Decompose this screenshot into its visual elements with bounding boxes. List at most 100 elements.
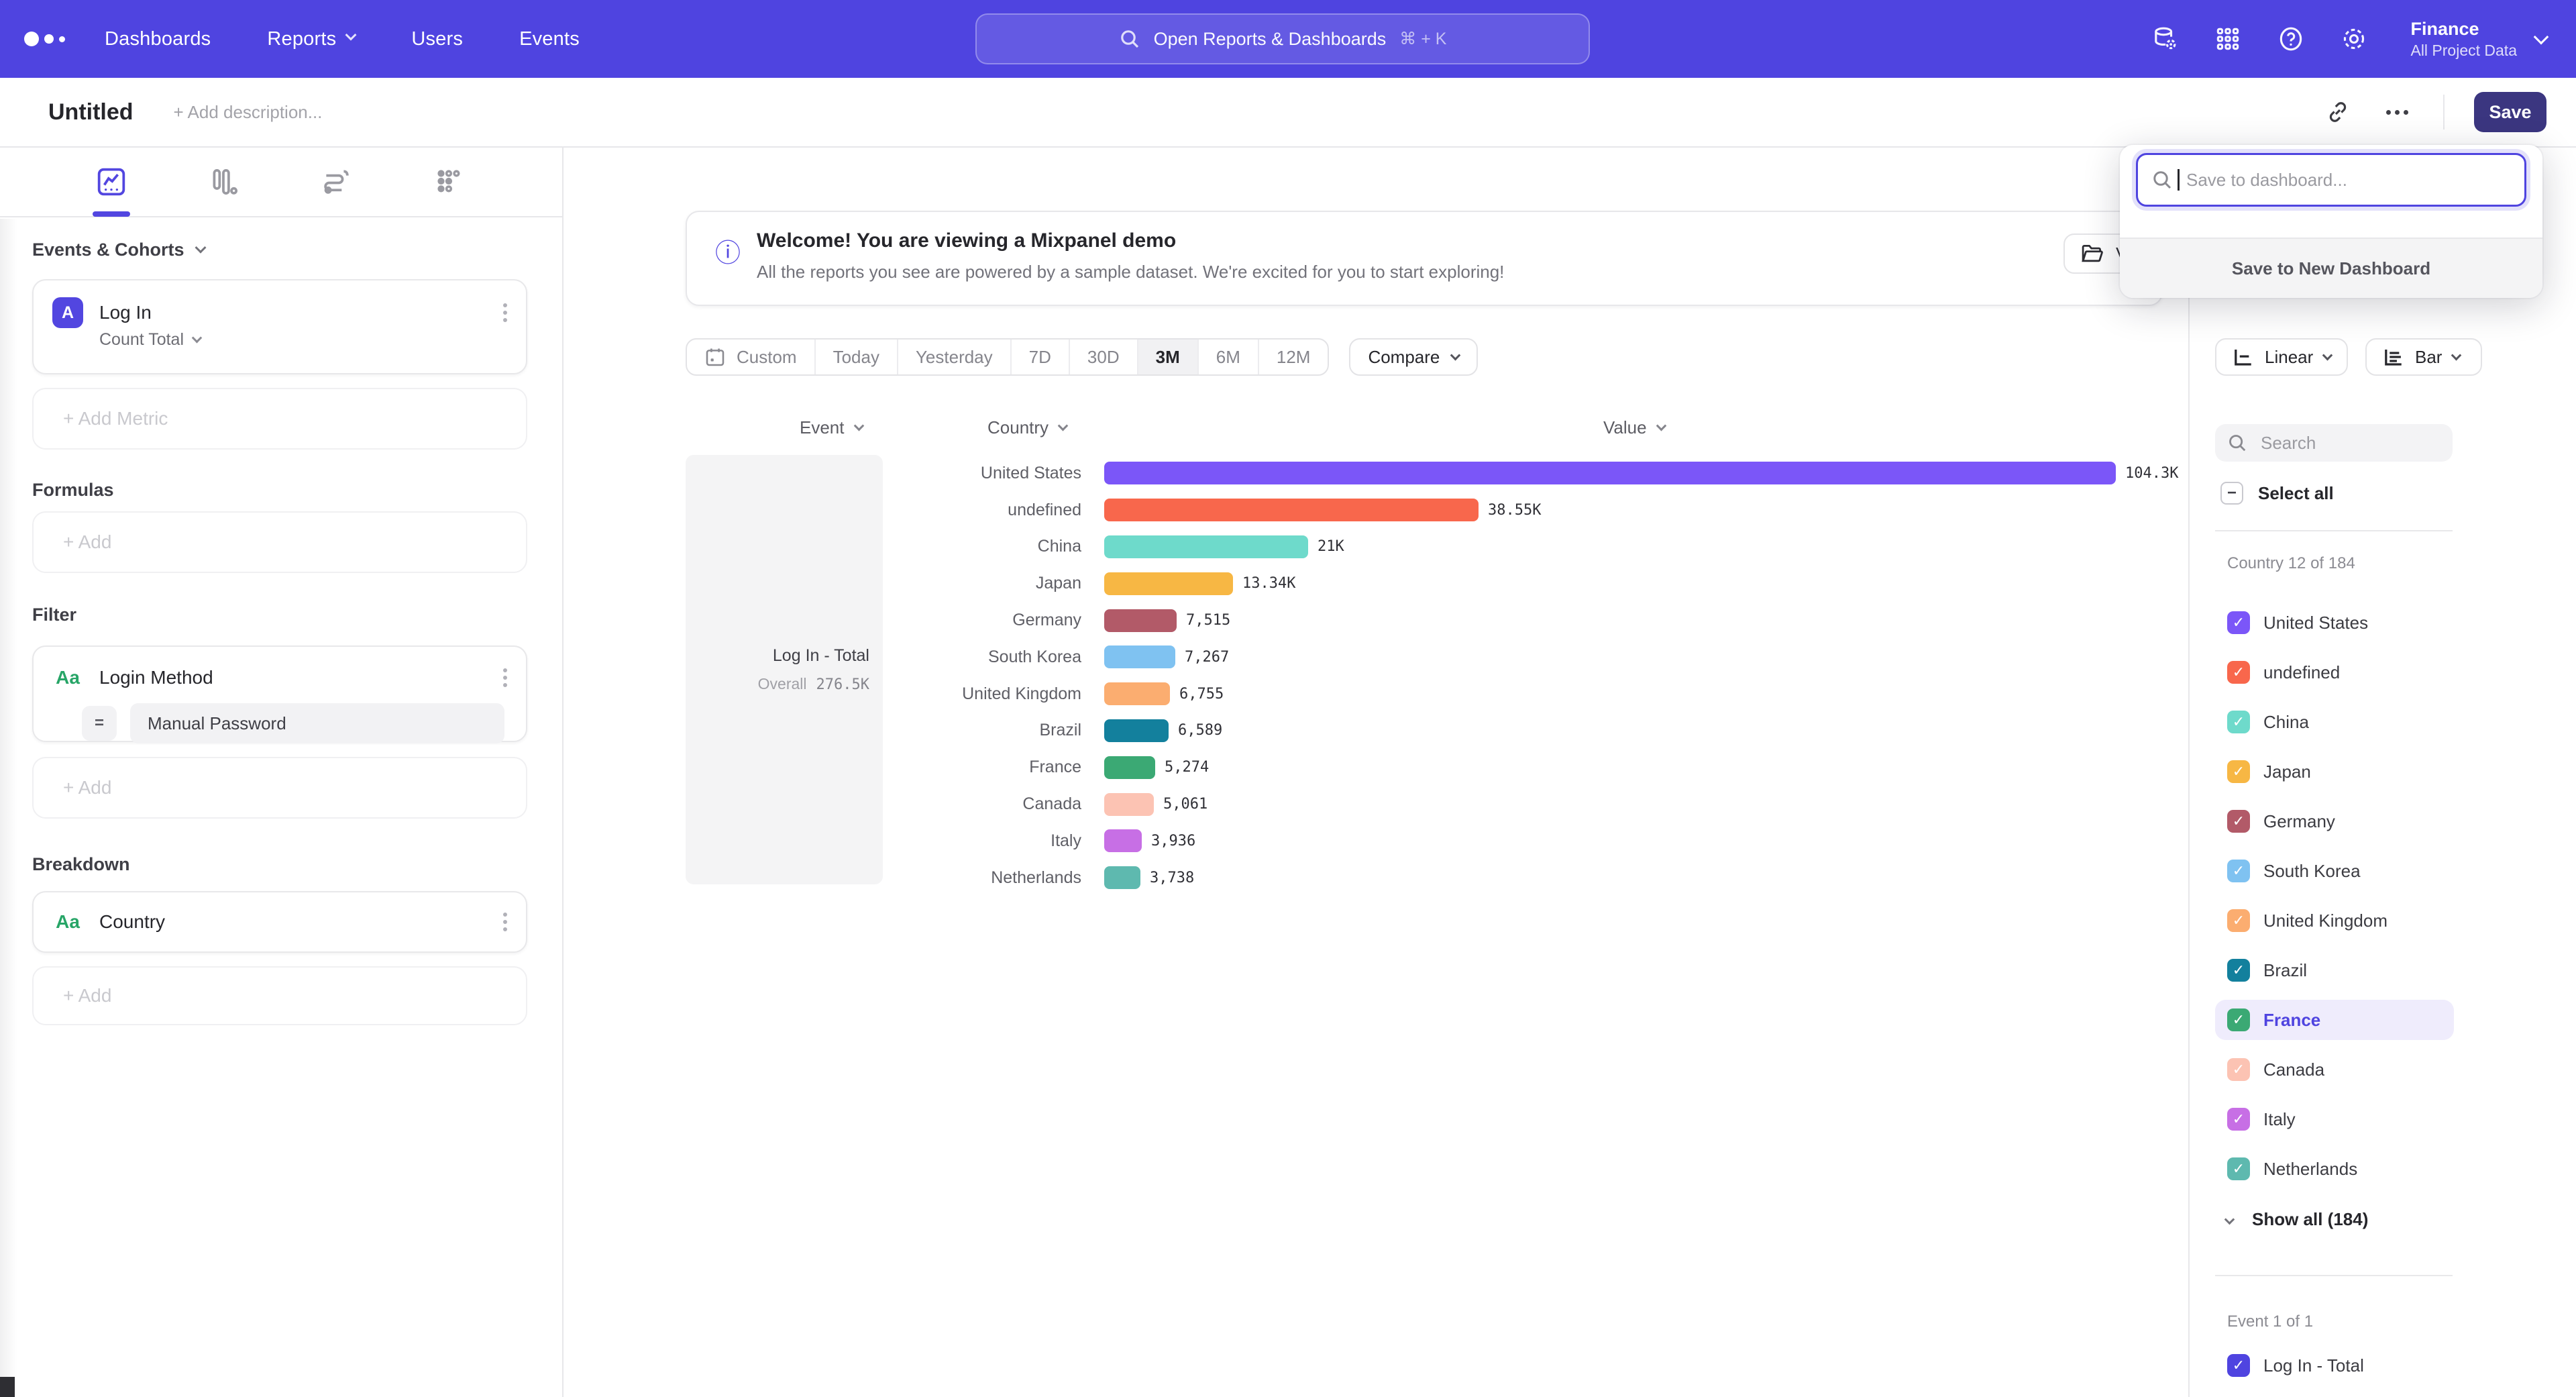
data-management-icon[interactable] — [2150, 24, 2180, 54]
tab-flows[interactable] — [318, 154, 356, 210]
copy-link-icon[interactable] — [2316, 91, 2359, 134]
events-cohorts-heading[interactable]: Events & Cohorts — [32, 236, 527, 263]
bar[interactable] — [1104, 682, 1170, 705]
report-title[interactable]: Untitled — [48, 99, 133, 125]
segment-row-united-states[interactable]: ✓United States — [2215, 603, 2454, 643]
segment-row-south-korea[interactable]: ✓South Korea — [2215, 851, 2454, 891]
segment-row-italy[interactable]: ✓Italy — [2215, 1099, 2454, 1139]
metric-name[interactable]: Log In — [99, 302, 498, 323]
column-header-event[interactable]: Event — [800, 417, 863, 438]
nav-item-dashboards[interactable]: Dashboards — [105, 28, 211, 50]
metric-kebab-icon[interactable] — [498, 295, 513, 330]
column-header-country[interactable]: Country — [987, 417, 1067, 438]
segment-checkbox[interactable]: ✓ — [2227, 1008, 2250, 1031]
filter-operator[interactable]: = — [82, 706, 117, 741]
dashboard-search-field[interactable] — [2136, 153, 2526, 207]
breakdown-property-name[interactable]: Country — [99, 911, 498, 933]
bar[interactable] — [1104, 829, 1142, 852]
help-icon[interactable] — [2276, 24, 2306, 54]
nav-item-users[interactable]: Users — [411, 28, 463, 50]
segment-row-germany[interactable]: ✓Germany — [2215, 801, 2454, 841]
nav-item-reports[interactable]: Reports — [267, 28, 355, 50]
mixpanel-logo[interactable] — [24, 32, 70, 46]
value-scale-dropdown[interactable]: Linear — [2215, 338, 2348, 376]
show-all-button[interactable]: Show all (184) — [2226, 1209, 2368, 1230]
project-switcher[interactable]: Finance All Project Data — [2410, 18, 2546, 60]
save-to-new-dashboard-button[interactable]: Save to New Dashboard — [2120, 238, 2542, 298]
segment-checkbox[interactable]: ✓ — [2227, 860, 2250, 882]
event-checkbox-row[interactable]: ✓ Log In - Total — [2227, 1354, 2364, 1377]
segment-row-netherlands[interactable]: ✓Netherlands — [2215, 1149, 2454, 1189]
add-metric-button[interactable]: + Add Metric — [32, 388, 527, 450]
segment-checkbox[interactable]: ✓ — [2227, 760, 2250, 783]
chart-type-dropdown[interactable]: Bar — [2365, 338, 2482, 376]
segment-search-input[interactable] — [2258, 431, 2419, 455]
bar[interactable] — [1104, 756, 1155, 779]
segment-checkbox[interactable]: ✓ — [2227, 661, 2250, 684]
segment-checkbox[interactable]: ✓ — [2227, 1157, 2250, 1180]
segment-checkbox[interactable]: ✓ — [2227, 711, 2250, 733]
bar[interactable] — [1104, 866, 1140, 889]
add-description-field[interactable]: + Add description... — [174, 102, 323, 123]
filter-card-login-method[interactable]: Aa Login Method = Manual Password — [32, 645, 527, 742]
filter-property-name[interactable]: Login Method — [99, 667, 498, 688]
metric-card-log-in[interactable]: A Log In Count Total — [32, 279, 527, 374]
bar[interactable] — [1104, 719, 1169, 742]
bar[interactable] — [1104, 793, 1154, 816]
segment-row-japan[interactable]: ✓Japan — [2215, 752, 2454, 792]
add-formula-button[interactable]: + Add — [32, 511, 527, 573]
bar[interactable] — [1104, 609, 1177, 632]
global-search-button[interactable]: Open Reports & Dashboards ⌘ + K — [975, 13, 1590, 64]
aggregation-selector[interactable]: Count Total — [99, 330, 526, 350]
add-breakdown-button[interactable]: + Add — [32, 966, 527, 1025]
select-all-checkbox[interactable]: − — [2220, 482, 2243, 505]
bar[interactable] — [1104, 645, 1175, 668]
breakdown-kebab-icon[interactable] — [498, 904, 513, 939]
segment-checkbox[interactable]: ✓ — [2227, 611, 2250, 634]
segment-row-undefined[interactable]: ✓undefined — [2215, 652, 2454, 692]
breakdown-card-country[interactable]: Aa Country — [32, 891, 527, 953]
settings-gear-icon[interactable] — [2339, 24, 2369, 54]
segment-row-united-kingdom[interactable]: ✓United Kingdom — [2215, 900, 2454, 941]
bar[interactable] — [1104, 499, 1479, 521]
segment-checkbox[interactable]: ✓ — [2227, 1108, 2250, 1131]
date-range-today[interactable]: Today — [814, 340, 897, 374]
bar[interactable] — [1104, 462, 2116, 484]
date-range-12m[interactable]: 12M — [1258, 340, 1328, 374]
date-range-label: Today — [833, 347, 879, 368]
segment-checkbox[interactable]: ✓ — [2227, 959, 2250, 982]
date-range-6m[interactable]: 6M — [1197, 340, 1258, 374]
bar[interactable] — [1104, 572, 1233, 595]
segment-checkbox[interactable]: ✓ — [2227, 1058, 2250, 1081]
date-range-yesterday[interactable]: Yesterday — [897, 340, 1010, 374]
date-range-30d[interactable]: 30D — [1069, 340, 1137, 374]
bar-category-label: China — [883, 537, 1081, 556]
compare-button[interactable]: Compare — [1349, 338, 1478, 376]
date-range-7d[interactable]: 7D — [1010, 340, 1069, 374]
column-header-value[interactable]: Value — [1603, 417, 1665, 438]
segment-checkbox[interactable]: ✓ — [2227, 810, 2250, 833]
save-button[interactable]: Save — [2474, 92, 2546, 132]
bar[interactable] — [1104, 535, 1308, 558]
more-options-icon[interactable] — [2378, 99, 2416, 125]
date-range-3m[interactable]: 3M — [1137, 340, 1197, 374]
event-checkbox[interactable]: ✓ — [2227, 1354, 2250, 1377]
tab-retention[interactable] — [431, 154, 468, 210]
add-filter-button[interactable]: + Add — [32, 757, 527, 819]
segment-search[interactable] — [2215, 424, 2453, 462]
date-range-custom[interactable]: Custom — [687, 340, 814, 374]
segment-checkbox[interactable]: ✓ — [2227, 909, 2250, 932]
filter-value[interactable]: Manual Password — [130, 703, 504, 743]
segment-row-brazil[interactable]: ✓Brazil — [2215, 950, 2454, 990]
chart-row: South Korea7,267 — [883, 639, 2188, 676]
nav-item-events[interactable]: Events — [519, 28, 580, 50]
segment-row-china[interactable]: ✓China — [2215, 702, 2454, 742]
select-all-row[interactable]: − Select all — [2220, 482, 2334, 505]
segment-row-france[interactable]: ✓France — [2215, 1000, 2454, 1040]
filter-kebab-icon[interactable] — [498, 660, 513, 695]
segment-row-canada[interactable]: ✓Canada — [2215, 1049, 2454, 1090]
tab-funnels[interactable] — [205, 154, 243, 210]
dashboard-search-input[interactable] — [2184, 168, 2492, 192]
apps-grid-icon[interactable] — [2213, 24, 2243, 54]
tab-insights[interactable] — [93, 154, 130, 210]
